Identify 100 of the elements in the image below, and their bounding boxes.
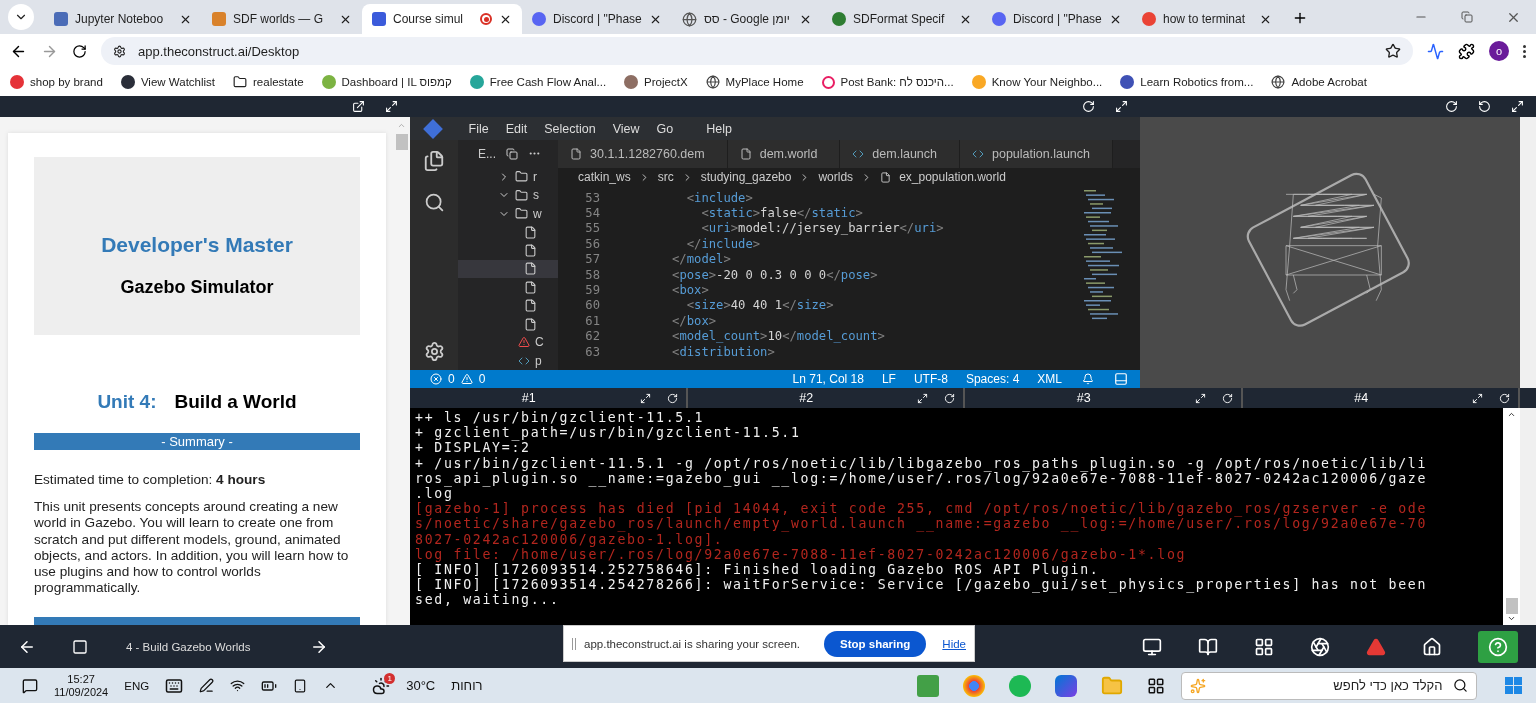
breadcrumb-item[interactable]: src (657, 170, 674, 184)
explorer-icon[interactable] (423, 150, 445, 172)
status-item[interactable]: Spaces: 4 (965, 372, 1020, 386)
bookmark-link[interactable]: Know Your Neighbo... (971, 75, 1103, 89)
search-field[interactable]: הקלד כאן כדי לחפש (1213, 677, 1445, 694)
bookmark-link[interactable]: Dashboard | IL קמפוס (321, 75, 452, 89)
scrollbar[interactable] (1503, 408, 1520, 625)
terminal-output[interactable] (410, 408, 1503, 625)
warning-count[interactable]: 0 (478, 372, 486, 386)
open-external-icon[interactable] (352, 100, 365, 113)
tree-item[interactable]: s (458, 186, 558, 205)
search-icon[interactable] (423, 192, 445, 213)
refresh-icon[interactable] (944, 392, 955, 404)
reload-icon[interactable] (72, 43, 87, 59)
home-icon[interactable] (1422, 636, 1442, 657)
menu-item[interactable]: Selection (535, 121, 605, 136)
reset-icon[interactable] (1478, 100, 1491, 113)
editor-tab[interactable]: 30.1.1.1282760.dem (558, 140, 728, 168)
grid-icon[interactable] (1254, 636, 1274, 657)
stop-sharing-button[interactable]: Stop sharing (824, 630, 927, 657)
wifi-icon[interactable] (230, 678, 246, 693)
expand-icon[interactable] (1194, 392, 1206, 404)
pen-icon[interactable] (199, 678, 215, 693)
bookmark-link[interactable]: shop by brand (10, 75, 103, 89)
clock[interactable]: 15:27 11/09/2024 (54, 672, 109, 699)
profile-avatar[interactable]: o (1489, 41, 1509, 61)
bookmark-link[interactable]: Free Cash Flow Anal... (469, 75, 607, 89)
new-tab-icon[interactable] (1292, 10, 1308, 26)
extension-icon[interactable] (1427, 42, 1444, 60)
status-item[interactable]: XML (1037, 372, 1062, 386)
language-indicator[interactable]: ENG (124, 679, 150, 692)
bookmark-link[interactable]: Adobe Acrobat (1271, 75, 1367, 89)
settings-icon[interactable] (423, 341, 445, 362)
notification-icon[interactable] (1082, 373, 1094, 385)
bookmark-link[interactable]: View Watchlist (120, 75, 216, 89)
app-icon[interactable] (1054, 674, 1077, 697)
bookmark-link[interactable]: MyPlace Home (705, 75, 804, 89)
scroll-thumb[interactable] (395, 134, 408, 150)
tree-item[interactable]: C (458, 333, 558, 352)
menu-icon[interactable] (1523, 44, 1526, 58)
browser-tab[interactable]: SDFormat Specif (822, 4, 982, 34)
refresh-icon[interactable] (1499, 392, 1510, 404)
editor-tab[interactable]: population.launch (960, 140, 1113, 168)
book-icon[interactable] (1198, 636, 1218, 657)
scroll-up-icon[interactable] (1507, 410, 1516, 419)
collapse-icon[interactable] (506, 147, 518, 160)
tree-item[interactable]: w (458, 204, 558, 223)
browser-tab[interactable]: how to terminat (1132, 4, 1282, 34)
expand-icon[interactable] (1115, 100, 1128, 113)
site-settings-icon[interactable] (113, 44, 126, 58)
breadcrumb-item[interactable]: catkin_ws (578, 170, 631, 184)
menu-item[interactable]: File (460, 121, 498, 136)
breadcrumb-item[interactable]: studying_gazebo (700, 170, 792, 184)
refresh-icon[interactable] (1082, 100, 1095, 113)
warning-icon[interactable] (1366, 636, 1386, 657)
monitor-icon[interactable] (1142, 636, 1162, 657)
browser-tab[interactable]: Discord | "Phase (522, 4, 672, 34)
browser-tab[interactable]: סס - Google יומן (672, 4, 822, 34)
bookmark-link[interactable]: Post Bank: היכנס לח... (821, 75, 954, 89)
expand-icon[interactable] (639, 392, 651, 404)
browser-tab[interactable]: Course simul (362, 4, 522, 34)
breadcrumb-item[interactable]: worlds (818, 170, 854, 184)
browser-tab[interactable]: Jupyter Noteboo (44, 4, 202, 34)
bookmark-link[interactable]: ProjectX (624, 75, 688, 89)
bookmark-link[interactable]: Learn Robotics from... (1120, 75, 1254, 89)
bookmark-star-icon[interactable] (1385, 43, 1401, 59)
address-field[interactable]: app.theconstruct.ai/Desktop (101, 37, 1413, 65)
chat-icon[interactable] (22, 677, 38, 694)
refresh-icon[interactable] (1445, 100, 1458, 113)
scroll-down-icon[interactable] (1507, 614, 1516, 623)
expand-icon[interactable] (1472, 392, 1483, 404)
task-view-icon[interactable] (1146, 676, 1165, 695)
menu-item[interactable]: Edit (497, 121, 536, 136)
tree-item[interactable] (458, 259, 558, 279)
menu-item[interactable]: Go (648, 121, 682, 136)
breadcrumb-item[interactable]: ex_population.world (899, 170, 1006, 184)
status-item[interactable]: LF (881, 372, 896, 386)
tree-item[interactable]: p (458, 351, 558, 370)
tree-item[interactable]: r (458, 167, 558, 187)
help-button[interactable] (1478, 630, 1518, 663)
keyboard-icon[interactable] (165, 676, 184, 695)
browser-icon[interactable] (962, 674, 985, 697)
status-item[interactable]: Ln 71, Col 18 (792, 372, 864, 386)
expand-icon[interactable] (917, 392, 928, 404)
tablet-icon[interactable] (293, 678, 308, 693)
refresh-icon[interactable] (666, 392, 678, 404)
hide-link[interactable]: Hide (942, 637, 966, 650)
editor-tab[interactable]: dem.world (727, 140, 841, 168)
error-count[interactable]: 0 (448, 372, 455, 386)
status-item[interactable]: UTF-8 (913, 372, 948, 386)
windows-logo-icon[interactable] (1504, 676, 1522, 695)
search-bar[interactable]: הקלד כאן כדי לחפש (1180, 671, 1477, 700)
scroll-thumb[interactable] (1505, 598, 1518, 614)
menu-item[interactable]: Help (697, 121, 741, 136)
aperture-icon[interactable] (1310, 636, 1330, 657)
refresh-icon[interactable] (1221, 392, 1233, 404)
app-icon[interactable] (916, 674, 939, 697)
menu-item[interactable]: View (604, 121, 648, 136)
expand-icon[interactable] (1511, 100, 1524, 113)
expand-icon[interactable] (385, 100, 398, 113)
